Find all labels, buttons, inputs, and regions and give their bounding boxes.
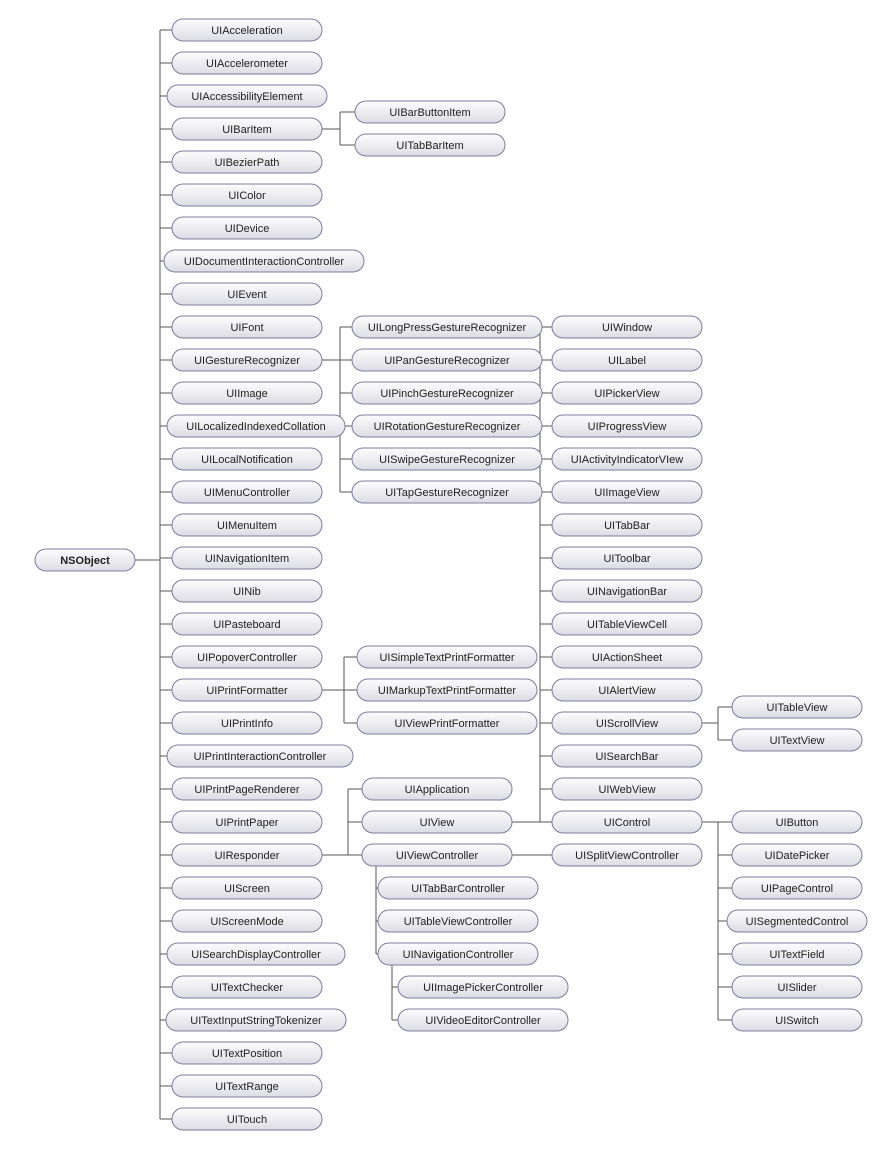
class-label: UIMarkupTextPrintFormatter bbox=[378, 685, 516, 697]
class-label: UIAccelerometer bbox=[206, 58, 288, 70]
class-label: UIRotationGestureRecognizer bbox=[374, 421, 521, 433]
class-label: UITableViewCell bbox=[587, 619, 667, 631]
class-label: UIPrintPageRenderer bbox=[194, 784, 300, 796]
class-label: UISwipeGestureRecognizer bbox=[379, 454, 515, 466]
class-label: UITabBar bbox=[604, 520, 650, 532]
class-label: UIAcceleration bbox=[211, 25, 283, 37]
class-label: UISlider bbox=[777, 982, 816, 994]
class-label: UILocalNotification bbox=[201, 454, 293, 466]
class-label: UIViewPrintFormatter bbox=[395, 718, 500, 730]
class-label: UIGestureRecognizer bbox=[194, 355, 300, 367]
class-label: UIBarButtonItem bbox=[389, 107, 470, 119]
class-label: UITextRange bbox=[215, 1081, 279, 1093]
class-label: UINavigationItem bbox=[205, 553, 289, 565]
class-label: UIPrintInteractionController bbox=[194, 751, 327, 763]
class-label: NSObject bbox=[60, 555, 110, 567]
class-label: UIAccessibilityElement bbox=[191, 91, 302, 103]
class-label: UIActionSheet bbox=[592, 652, 662, 664]
class-label: UIPopoverController bbox=[197, 652, 297, 664]
class-label: UISearchDisplayController bbox=[191, 949, 321, 961]
class-label: UITableView bbox=[767, 702, 828, 714]
class-label: UIButton bbox=[776, 817, 819, 829]
class-label: UIImage bbox=[226, 388, 268, 400]
class-label: UIResponder bbox=[215, 850, 280, 862]
class-label: UITextPosition bbox=[212, 1048, 282, 1060]
class-label: UISwitch bbox=[775, 1015, 818, 1027]
class-label: UILongPressGestureRecognizer bbox=[368, 322, 527, 334]
class-label: UIWindow bbox=[602, 322, 652, 334]
class-label: UIDocumentInteractionController bbox=[184, 256, 345, 268]
class-label: UIMenuController bbox=[204, 487, 291, 499]
class-label: UIApplication bbox=[405, 784, 470, 796]
class-label: UIVideoEditorController bbox=[425, 1015, 541, 1027]
class-label: UITabBarItem bbox=[396, 140, 463, 152]
class-label: UINavigationBar bbox=[587, 586, 667, 598]
class-label: UIPinchGestureRecognizer bbox=[380, 388, 514, 400]
class-hierarchy-diagram: NSObject UIAcceleration UIAccelerometer UIA… bbox=[0, 0, 873, 1159]
class-label: UILabel bbox=[608, 355, 646, 367]
class-label: UISplitViewController bbox=[575, 850, 679, 862]
class-label: UIActivityIndicatorVIew bbox=[571, 454, 684, 466]
class-label: UIToolbar bbox=[603, 553, 650, 565]
class-label: UITextView bbox=[770, 735, 825, 747]
class-label: UITouch bbox=[227, 1114, 267, 1126]
class-label: UIViewController bbox=[396, 850, 479, 862]
class-label: UITextField bbox=[769, 949, 824, 961]
class-label: UISegmentedControl bbox=[746, 916, 849, 928]
class-label: UIPageControl bbox=[761, 883, 833, 895]
class-label: UIPasteboard bbox=[213, 619, 280, 631]
class-label: UITabBarController bbox=[411, 883, 505, 895]
class-label: UIImagePickerController bbox=[423, 982, 543, 994]
class-label: UITextInputStringTokenizer bbox=[190, 1015, 322, 1027]
class-label: UITapGestureRecognizer bbox=[385, 487, 509, 499]
class-label: UITextChecker bbox=[211, 982, 283, 994]
class-label: UIView bbox=[420, 817, 455, 829]
class-label: UIPickerView bbox=[594, 388, 659, 400]
class-label: UIProgressView bbox=[588, 421, 667, 433]
class-label: UISearchBar bbox=[596, 751, 659, 763]
class-label: UIControl bbox=[604, 817, 650, 829]
class-label: UISimpleTextPrintFormatter bbox=[379, 652, 514, 664]
class-label: UINib bbox=[233, 586, 261, 598]
class-label: UIFont bbox=[230, 322, 263, 334]
class-label: UINavigationController bbox=[403, 949, 514, 961]
class-label: UIWebView bbox=[598, 784, 655, 796]
class-label: UIImageView bbox=[594, 487, 659, 499]
class-label: UIDatePicker bbox=[765, 850, 830, 862]
class-label: UIDevice bbox=[225, 223, 270, 235]
class-label: UIPrintInfo bbox=[221, 718, 273, 730]
class-label: UIPrintPaper bbox=[216, 817, 279, 829]
class-label: UIMenuItem bbox=[217, 520, 277, 532]
class-label: UILocalizedIndexedCollation bbox=[186, 421, 325, 433]
class-label: UIAlertView bbox=[598, 685, 655, 697]
class-label: UIEvent bbox=[227, 289, 266, 301]
class-label: UIScrollView bbox=[596, 718, 658, 730]
class-label: UIScreen bbox=[224, 883, 270, 895]
class-label: UITableViewController bbox=[404, 916, 513, 928]
class-label: UIBarItem bbox=[222, 124, 272, 136]
class-label: UIPanGestureRecognizer bbox=[384, 355, 510, 367]
class-label: UIScreenMode bbox=[210, 916, 283, 928]
class-label: UIColor bbox=[228, 190, 266, 202]
class-label: UIPrintFormatter bbox=[206, 685, 288, 697]
class-label: UIBezierPath bbox=[215, 157, 280, 169]
